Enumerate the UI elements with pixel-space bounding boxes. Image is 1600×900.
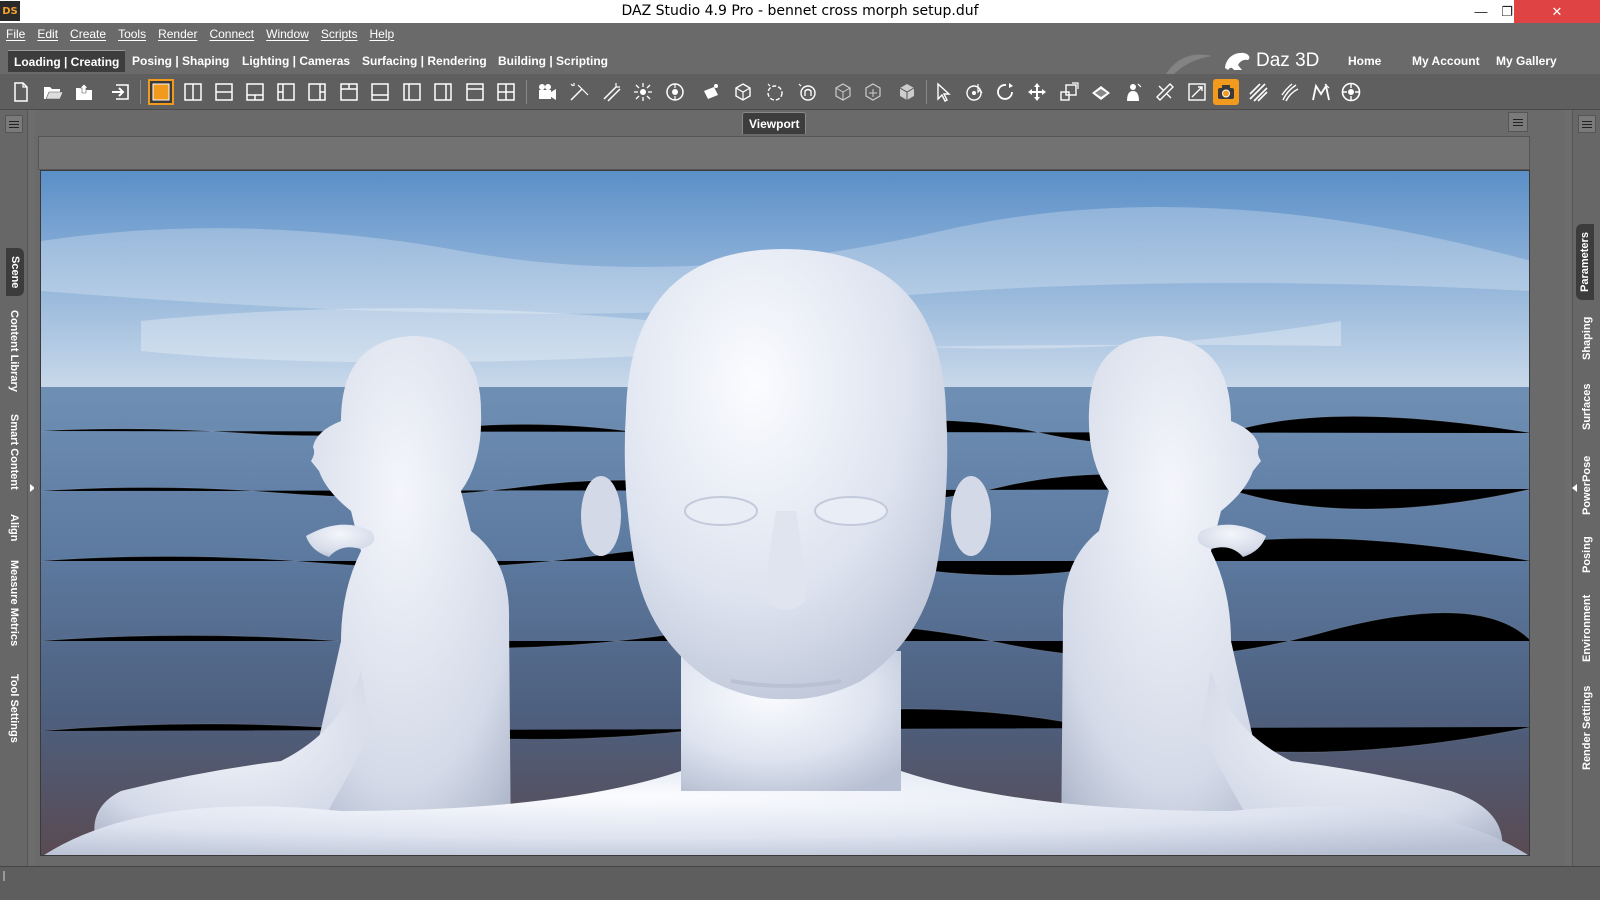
layout-1-icon[interactable] — [148, 79, 174, 105]
toolbar-separator — [526, 80, 527, 104]
joint-editor-icon[interactable] — [860, 79, 886, 105]
tab-lighting-cameras[interactable]: Lighting | Cameras — [236, 50, 356, 72]
layout-3c-icon[interactable] — [304, 79, 330, 105]
rotate-tool-icon[interactable] — [993, 79, 1019, 105]
status-grip-icon — [3, 871, 5, 881]
create-linear-light-icon[interactable] — [662, 79, 688, 105]
dragon-logo-icon — [1225, 52, 1250, 70]
layout-2v-icon[interactable] — [180, 79, 206, 105]
right-panel-strip: Parameters Shaping Surfaces PowerPose Po… — [1572, 110, 1600, 880]
tab-align[interactable]: Align — [8, 514, 20, 542]
import-icon[interactable] — [108, 79, 134, 105]
tab-content-library[interactable]: Content Library — [8, 310, 20, 392]
power-pose-icon[interactable] — [1152, 79, 1178, 105]
tab-scene[interactable]: Scene — [6, 248, 24, 297]
tab-posing[interactable]: Posing — [1581, 536, 1593, 573]
create-group-icon[interactable] — [762, 79, 788, 105]
tab-posing-shaping[interactable]: Posing | Shaping — [126, 50, 235, 72]
menu-tools[interactable]: Tools — [118, 27, 146, 41]
brand-name: Daz 3D — [1256, 50, 1320, 71]
menu-create[interactable]: Create — [70, 27, 106, 41]
surface-selection-icon[interactable] — [1088, 79, 1114, 105]
close-button[interactable]: ✕ — [1514, 0, 1600, 23]
toolbar-separator — [140, 80, 141, 104]
dforce-icon[interactable] — [1338, 79, 1364, 105]
nav-my-gallery[interactable]: My Gallery — [1496, 54, 1557, 68]
layout-3b-icon[interactable] — [273, 79, 299, 105]
open-icon[interactable] — [40, 79, 66, 105]
left-panel-strip: Scene Content Library Smart Content Alig… — [0, 110, 35, 880]
create-point-light-icon[interactable] — [630, 79, 656, 105]
tab-viewport[interactable]: Viewport — [742, 112, 807, 134]
node-selection-icon[interactable] — [930, 79, 956, 105]
viewport-menu-icon[interactable] — [1508, 112, 1528, 132]
menu-scripts[interactable]: Scripts — [321, 27, 358, 41]
daz-brand[interactable]: Daz 3D — [1166, 48, 1320, 74]
status-bar — [0, 866, 1600, 900]
menu-window[interactable]: Window — [266, 27, 309, 41]
swoosh-icon — [1166, 54, 1212, 74]
main-toolbar — [0, 74, 1600, 110]
bone-tool-icon[interactable] — [830, 79, 856, 105]
toolbar-separator — [926, 80, 927, 104]
menu-render[interactable]: Render — [158, 27, 197, 41]
render-icon[interactable] — [1213, 79, 1239, 105]
window-title: DAZ Studio 4.9 Pro - bennet cross morph … — [621, 3, 979, 19]
viewport-scene[interactable] — [40, 170, 1530, 856]
left-panel-menu-icon[interactable] — [5, 115, 23, 133]
tab-measure-metrics[interactable]: Measure Metrics — [8, 560, 20, 646]
menu-connect[interactable]: Connect — [209, 27, 254, 41]
tab-powerpose[interactable]: PowerPose — [1581, 456, 1593, 515]
tab-loading-creating[interactable]: Loading | Creating — [8, 50, 126, 72]
tab-render-settings[interactable]: Render Settings — [1581, 686, 1593, 770]
title-bar: DS DAZ Studio 4.9 Pro - bennet cross mor… — [0, 0, 1600, 23]
menu-edit[interactable]: Edit — [37, 27, 58, 41]
tab-tool-settings[interactable]: Tool Settings — [8, 674, 20, 743]
active-pose-icon[interactable] — [1120, 79, 1146, 105]
right-collapse-arrow-icon[interactable] — [1572, 484, 1577, 492]
scale-tool-icon[interactable] — [1056, 79, 1082, 105]
layout-3f-icon[interactable] — [399, 79, 425, 105]
tab-shaping[interactable]: Shaping — [1581, 317, 1593, 360]
create-primitive-icon[interactable] — [698, 79, 724, 105]
create-rigid-follow-icon[interactable] — [794, 79, 820, 105]
layout-2h-icon[interactable] — [211, 79, 237, 105]
layout-3a-icon[interactable] — [242, 79, 268, 105]
new-scene-icon[interactable] — [8, 79, 34, 105]
layout-tabs-bar: Loading | Creating Posing | Shaping Ligh… — [0, 44, 1600, 74]
layout-3e-icon[interactable] — [367, 79, 393, 105]
layout-3h-icon[interactable] — [462, 79, 488, 105]
tab-building-scripting[interactable]: Building | Scripting — [492, 50, 614, 72]
create-distant-light-icon[interactable] — [598, 79, 624, 105]
render-scene-image — [41, 171, 1529, 855]
menu-help[interactable]: Help — [370, 27, 395, 41]
nav-home[interactable]: Home — [1348, 54, 1381, 68]
tab-surfacing-rendering[interactable]: Surfacing | Rendering — [356, 50, 493, 72]
create-spotlight-icon[interactable] — [566, 79, 592, 105]
create-null-icon[interactable] — [730, 79, 756, 105]
menu-bar: File Edit Create Tools Render Connect Wi… — [0, 23, 1600, 44]
viewport-header — [38, 136, 1530, 170]
nav-my-account[interactable]: My Account — [1412, 54, 1480, 68]
translate-tool-icon[interactable] — [1024, 79, 1050, 105]
create-camera-icon[interactable] — [534, 79, 560, 105]
layout-4-icon[interactable] — [493, 79, 519, 105]
geometry-editor-icon[interactable] — [894, 79, 920, 105]
transfer-utility-icon[interactable] — [1308, 79, 1334, 105]
universal-tool-icon[interactable] — [962, 79, 988, 105]
tab-smart-content[interactable]: Smart Content — [8, 414, 20, 490]
spot-render-icon[interactable] — [1245, 79, 1271, 105]
menu-file[interactable]: File — [6, 27, 25, 41]
tab-environment[interactable]: Environment — [1581, 595, 1593, 662]
region-navigator-icon[interactable] — [1184, 79, 1210, 105]
right-panel-menu-icon[interactable] — [1578, 115, 1596, 133]
merge-icon[interactable] — [72, 79, 98, 105]
tab-surfaces[interactable]: Surfaces — [1581, 384, 1593, 430]
tab-parameters[interactable]: Parameters — [1576, 224, 1594, 300]
layout-3g-icon[interactable] — [430, 79, 456, 105]
hair-tool-icon[interactable] — [1277, 79, 1303, 105]
layout-3d-icon[interactable] — [336, 79, 362, 105]
